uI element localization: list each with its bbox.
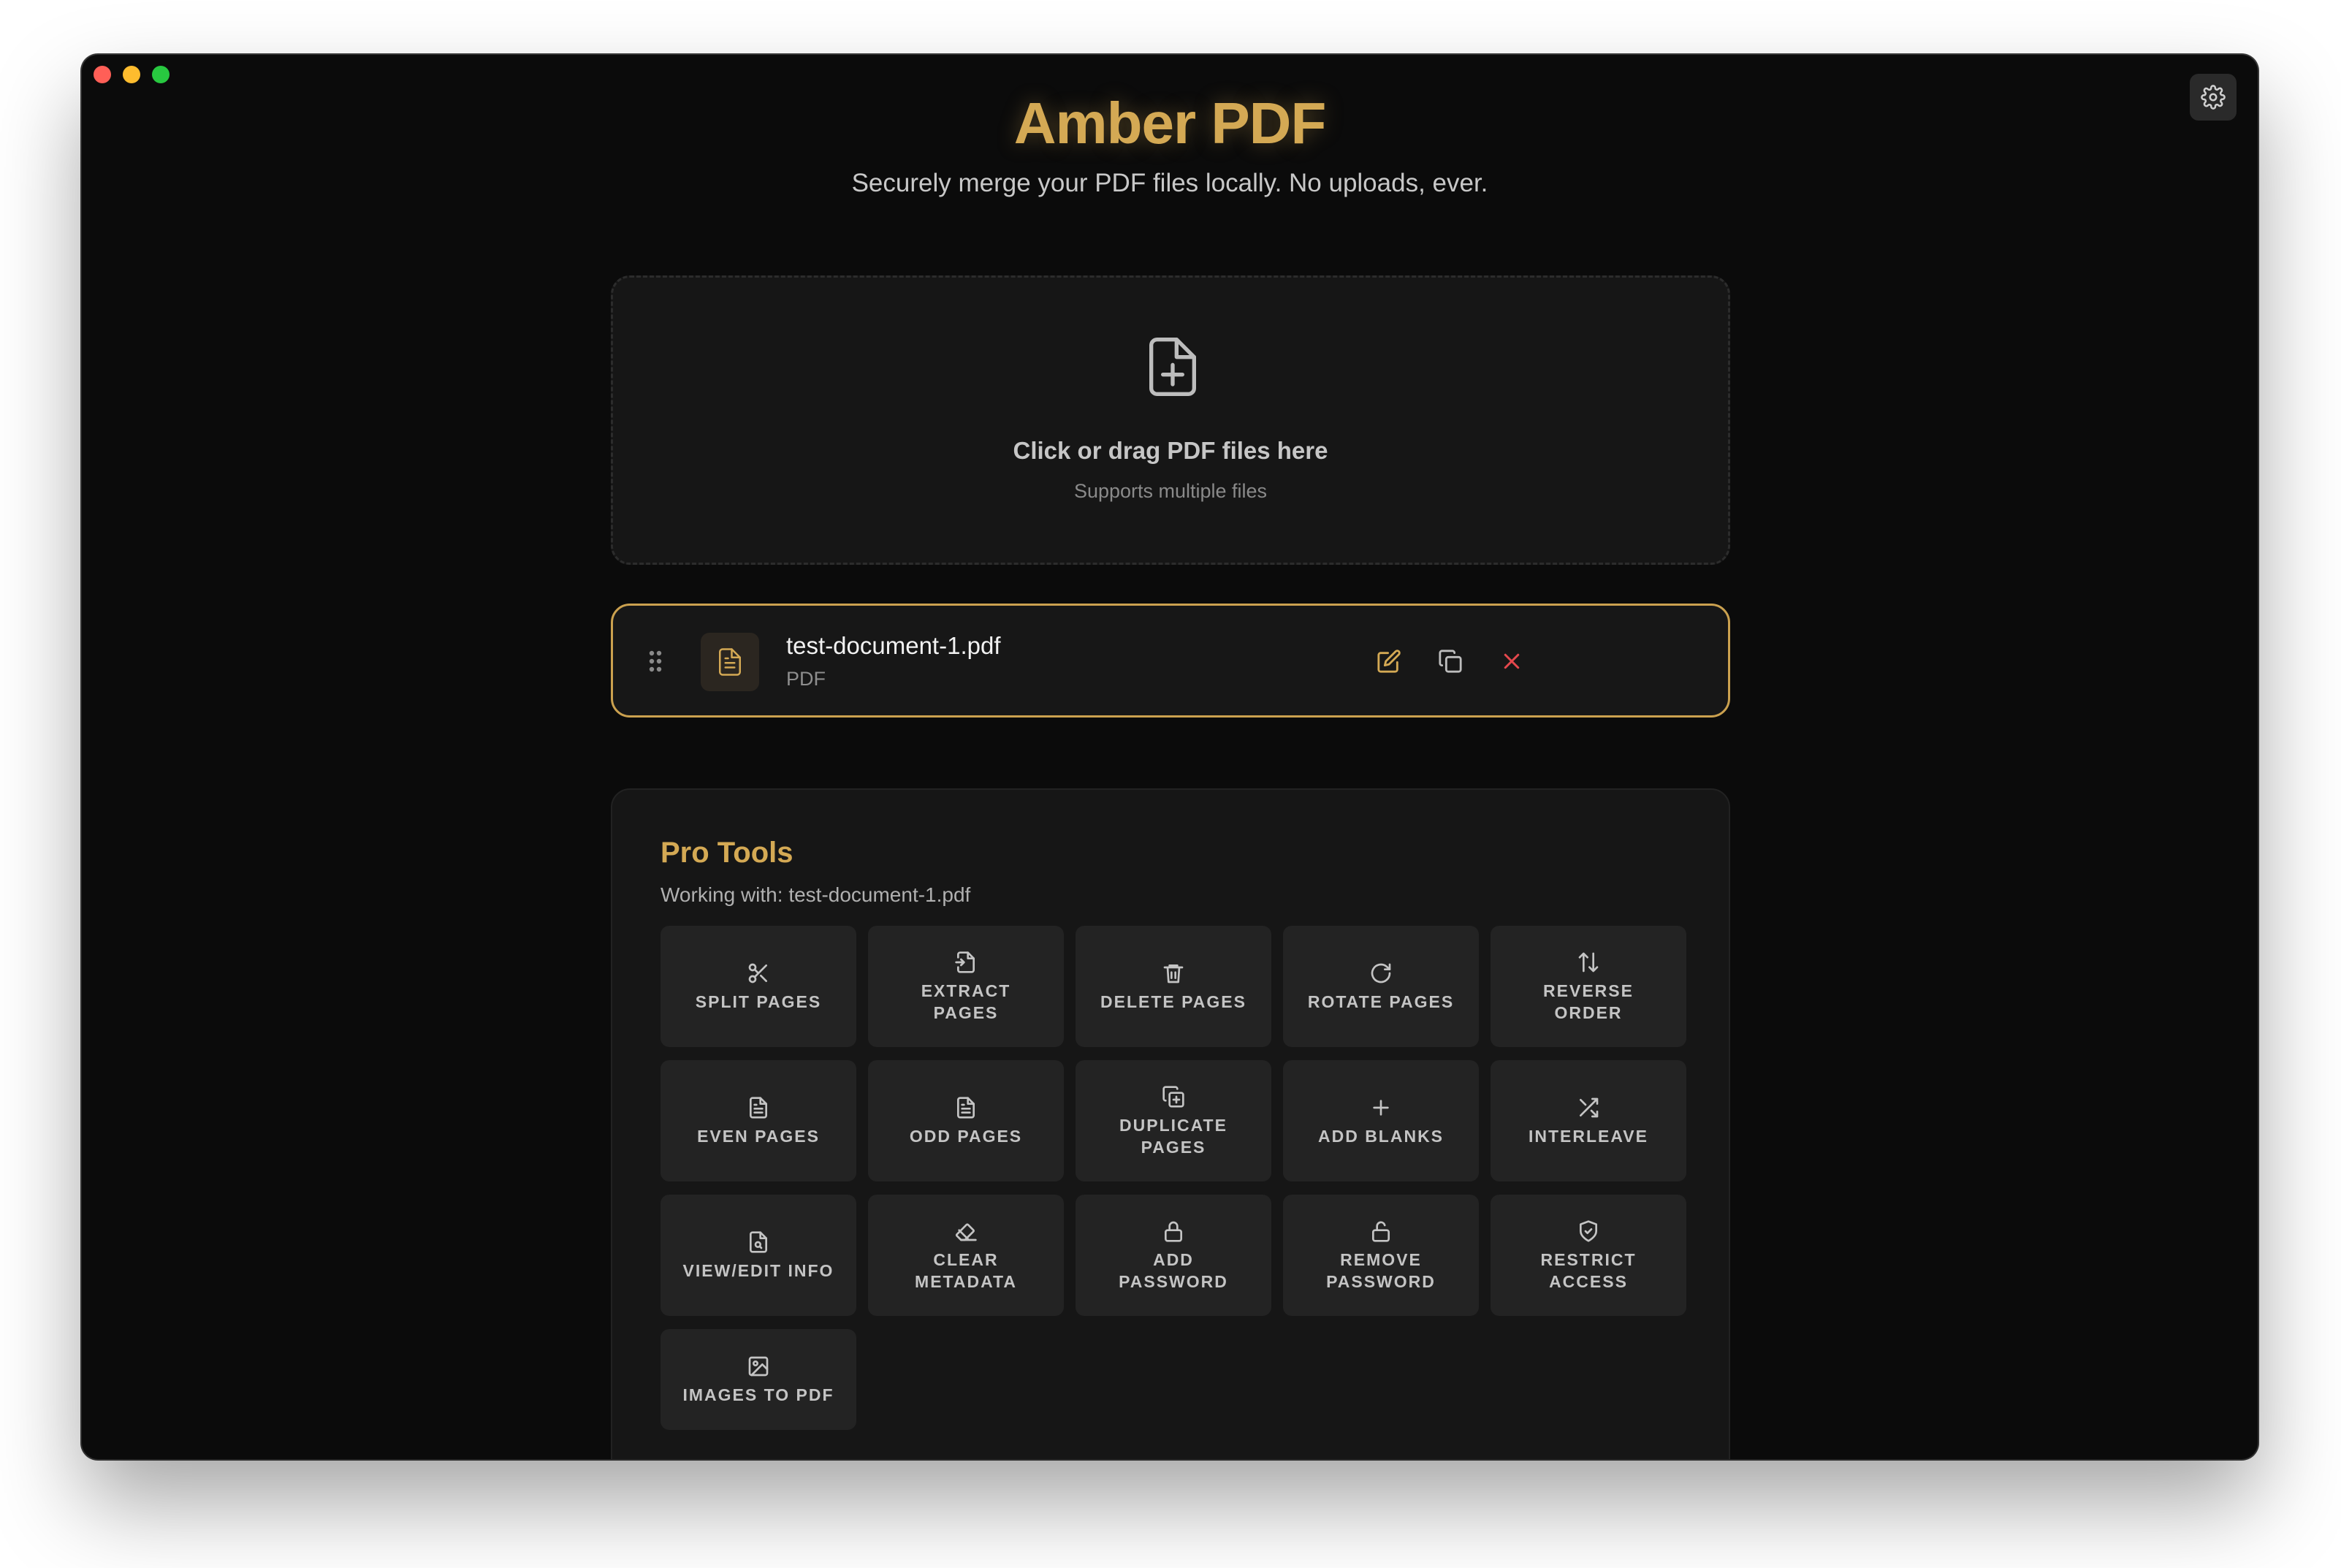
zoom-window-button[interactable] <box>152 66 170 83</box>
tool-label: RESTRICT ACCESS <box>1540 1250 1637 1291</box>
arrows-up-down-icon <box>1578 952 1599 973</box>
file-search-icon <box>750 1231 767 1253</box>
split-pages-button[interactable]: SPLIT PAGES <box>661 926 856 1047</box>
file-export-icon <box>955 951 975 973</box>
duplicate-file-button[interactable] <box>1434 645 1466 677</box>
dropzone-subtitle: Supports multiple files <box>1073 480 1268 502</box>
duplicate-pages-button[interactable]: DUPLICATE PAGES <box>1076 1060 1271 1181</box>
tool-label: ODD PAGES <box>909 1127 1023 1146</box>
tool-label: SPLIT PAGES <box>695 992 822 1011</box>
clear-metadata-button[interactable]: CLEAR METADATA <box>868 1195 1064 1316</box>
image-icon <box>748 1356 769 1377</box>
tool-label: ROTATE PAGES <box>1307 992 1455 1011</box>
scissors-icon <box>748 963 767 983</box>
trash-icon <box>1163 964 1184 983</box>
tool-label: DELETE PAGES <box>1100 992 1246 1011</box>
eraser-icon <box>955 1223 977 1241</box>
unlock-icon <box>1372 1221 1390 1242</box>
delete-pages-button[interactable]: DELETE PAGES <box>1076 926 1271 1047</box>
file-text-icon <box>957 1097 975 1119</box>
window-controls <box>94 66 170 83</box>
duplicate-icon <box>1439 650 1462 673</box>
pro-tools-panel: Pro Tools Working with: test-document-1.… <box>611 788 1730 1459</box>
shield-check-icon <box>1580 1220 1597 1242</box>
shuffle-icon <box>1580 1097 1599 1118</box>
close-window-button[interactable] <box>94 66 111 83</box>
tool-label: ADD PASSWORD <box>1119 1250 1228 1291</box>
reverse-order-button[interactable]: REVERSE ORDER <box>1491 926 1686 1047</box>
rename-file-button[interactable] <box>1373 645 1405 677</box>
even-pages-button[interactable]: EVEN PAGES <box>661 1060 856 1181</box>
minimize-window-button[interactable] <box>123 66 140 83</box>
rotate-pages-button[interactable]: ROTATE PAGES <box>1283 926 1479 1047</box>
tool-label: CLEAR METADATA <box>915 1250 1017 1291</box>
lock-icon <box>1165 1221 1182 1242</box>
app-title: Amber PDF <box>1013 91 1327 156</box>
file-list-item[interactable]: test-document-1.pdf PDF <box>611 604 1730 718</box>
tool-grid: SPLIT PAGES EXTRACT PAGES DELETE PAGES R… <box>661 926 1686 1450</box>
restrict-access-button[interactable]: RESTRICT ACCESS <box>1491 1195 1686 1316</box>
dropzone-title: Click or drag PDF files here <box>1013 437 1328 464</box>
tool-label: REMOVE PASSWORD <box>1326 1250 1436 1291</box>
tool-label: EVEN PAGES <box>697 1127 820 1146</box>
file-text-icon <box>750 1097 767 1119</box>
close-icon <box>1504 653 1520 669</box>
extract-pages-button[interactable]: EXTRACT PAGES <box>868 926 1064 1047</box>
file-thumbnail <box>701 633 759 691</box>
drag-handle-icon[interactable] <box>648 650 663 673</box>
file-name: test-document-1.pdf <box>786 632 1001 659</box>
pro-tools-working-with: Working with: test-document-1.pdf <box>661 883 971 906</box>
pro-tools-title: Pro Tools <box>661 837 793 869</box>
view-edit-info-button[interactable]: VIEW/EDIT INFO <box>661 1195 856 1316</box>
file-plus-icon <box>1149 338 1196 396</box>
pdf-dropzone[interactable]: Click or drag PDF files here Supports mu… <box>611 275 1730 565</box>
interleave-button[interactable]: INTERLEAVE <box>1491 1060 1686 1181</box>
app-window: Amber PDF Securely merge your PDF files … <box>82 55 2258 1459</box>
tool-label: INTERLEAVE <box>1529 1127 1648 1146</box>
tool-label: IMAGES TO PDF <box>682 1385 834 1404</box>
rotate-icon <box>1371 963 1391 983</box>
add-password-button[interactable]: ADD PASSWORD <box>1076 1195 1271 1316</box>
add-blanks-button[interactable]: ADD BLANKS <box>1283 1060 1479 1181</box>
copy-plus-icon <box>1162 1086 1184 1108</box>
tool-label: EXTRACT PAGES <box>921 981 1011 1022</box>
images-to-pdf-button[interactable]: IMAGES TO PDF <box>661 1329 856 1430</box>
plus-icon <box>1373 1100 1389 1116</box>
remove-file-button[interactable] <box>1496 645 1528 677</box>
remove-password-button[interactable]: REMOVE PASSWORD <box>1283 1195 1479 1316</box>
tool-label: ADD BLANKS <box>1317 1127 1444 1146</box>
tool-label: DUPLICATE PAGES <box>1119 1116 1227 1157</box>
tool-label: REVERSE ORDER <box>1543 981 1634 1022</box>
file-type: PDF <box>786 668 826 690</box>
edit-icon <box>1377 650 1401 673</box>
app-subtitle: Securely merge your PDF files locally. N… <box>851 169 1488 197</box>
odd-pages-button[interactable]: ODD PAGES <box>868 1060 1064 1181</box>
file-text-icon <box>719 648 741 676</box>
tool-label: VIEW/EDIT INFO <box>682 1261 834 1280</box>
